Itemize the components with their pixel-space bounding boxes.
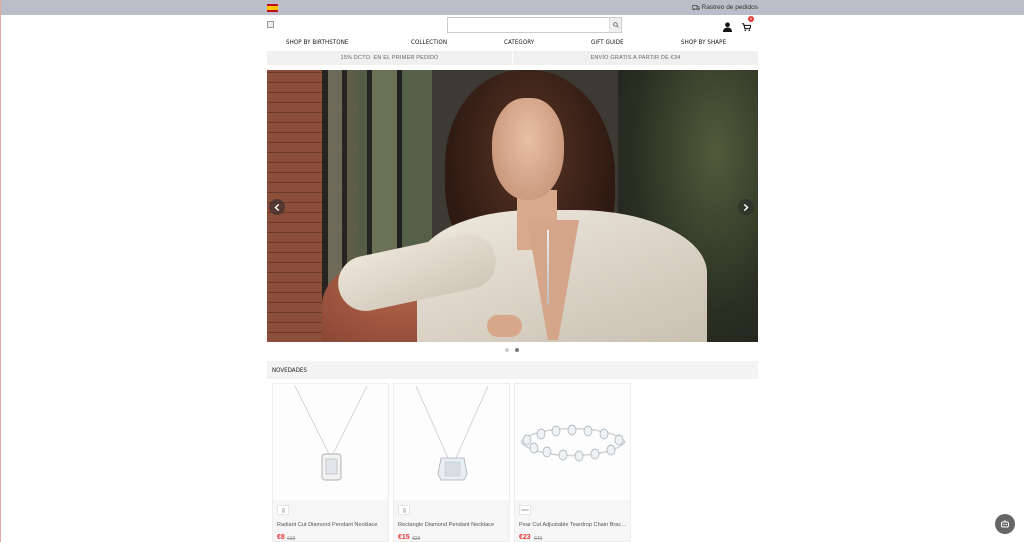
product-old-price: €46 (534, 536, 543, 542)
color-swatch[interactable] (519, 505, 531, 515)
product-title[interactable]: Rectangle Diamond Pendant Necklace (398, 522, 508, 528)
carousel-next-button[interactable] (738, 199, 754, 215)
product-image[interactable] (515, 384, 630, 500)
order-tracking-link[interactable]: Rastreo de pedidos (691, 4, 758, 11)
carousel-dot-1[interactable] (505, 348, 509, 352)
truck-icon (691, 5, 700, 11)
chat-help-button[interactable] (995, 514, 1015, 534)
product-old-price: €19 (287, 536, 296, 542)
section-header: NOVEDADES (267, 361, 758, 379)
carousel-prev-button[interactable] (269, 199, 285, 215)
hero-banner-image[interactable] (267, 70, 758, 342)
product-price: €15 (398, 534, 410, 541)
order-tracking-label: Rastreo de pedidos (701, 4, 758, 11)
color-swatch[interactable] (277, 505, 289, 515)
search-button[interactable] (609, 18, 621, 32)
search-icon (612, 22, 619, 28)
cart-button[interactable]: 0 (742, 16, 754, 37)
cart-icon (742, 23, 752, 32)
color-swatch[interactable] (398, 505, 410, 515)
promo-discount[interactable]: 15% DCTO. EN EL PRIMER PEDIDO (267, 51, 513, 65)
site-logo[interactable] (267, 21, 274, 28)
user-icon (723, 22, 732, 32)
nav-item-category[interactable]: CATEGORY (504, 38, 534, 50)
chevron-right-icon (743, 203, 749, 211)
promo-bar: 15% DCTO. EN EL PRIMER PEDIDO ENVÍO GRAT… (267, 51, 758, 65)
cart-count-badge: 0 (748, 16, 754, 22)
search-input[interactable] (447, 17, 622, 33)
product-image[interactable] (273, 384, 388, 500)
product-card[interactable]: Radiant Cut Diamond Pendant Necklace €8 … (272, 383, 389, 542)
nav-item-shape[interactable]: SHOP BY SHAPE (681, 38, 726, 50)
product-price: €8 (277, 534, 285, 541)
product-grid: Radiant Cut Diamond Pendant Necklace €8 … (272, 383, 631, 542)
spain-flag-icon[interactable] (267, 3, 278, 12)
top-bar: Rastreo de pedidos (1, 0, 1024, 15)
site-header: 0 (267, 15, 758, 36)
section-title: NOVEDADES (272, 366, 307, 374)
product-price: €23 (519, 534, 531, 541)
carousel-dots (505, 348, 519, 352)
chat-bot-icon (1001, 520, 1009, 528)
product-image[interactable] (394, 384, 509, 500)
product-title[interactable]: Pear Cut Adjustable Teardrop Chain Brace… (519, 522, 629, 528)
product-card[interactable]: Rectangle Diamond Pendant Necklace €15 €… (393, 383, 510, 542)
main-nav: SHOP BY BIRTHSTONE COLLECTION CATEGORY G… (267, 38, 758, 50)
promo-free-shipping[interactable]: ENVÍO GRATIS A PARTIR DE €34 (513, 51, 758, 65)
chevron-left-icon (274, 203, 280, 211)
product-old-price: €29 (412, 536, 421, 542)
product-title[interactable]: Radiant Cut Diamond Pendant Necklace (277, 522, 387, 528)
carousel-dot-2[interactable] (515, 348, 519, 352)
nav-item-gift-guide[interactable]: GIFT GUIDE (591, 38, 624, 50)
product-card[interactable]: Pear Cut Adjustable Teardrop Chain Brace… (514, 383, 631, 542)
account-button[interactable] (723, 19, 732, 37)
nav-item-birthstone[interactable]: SHOP BY BIRTHSTONE (286, 38, 349, 50)
nav-item-collection[interactable]: COLLECTION (411, 38, 447, 50)
